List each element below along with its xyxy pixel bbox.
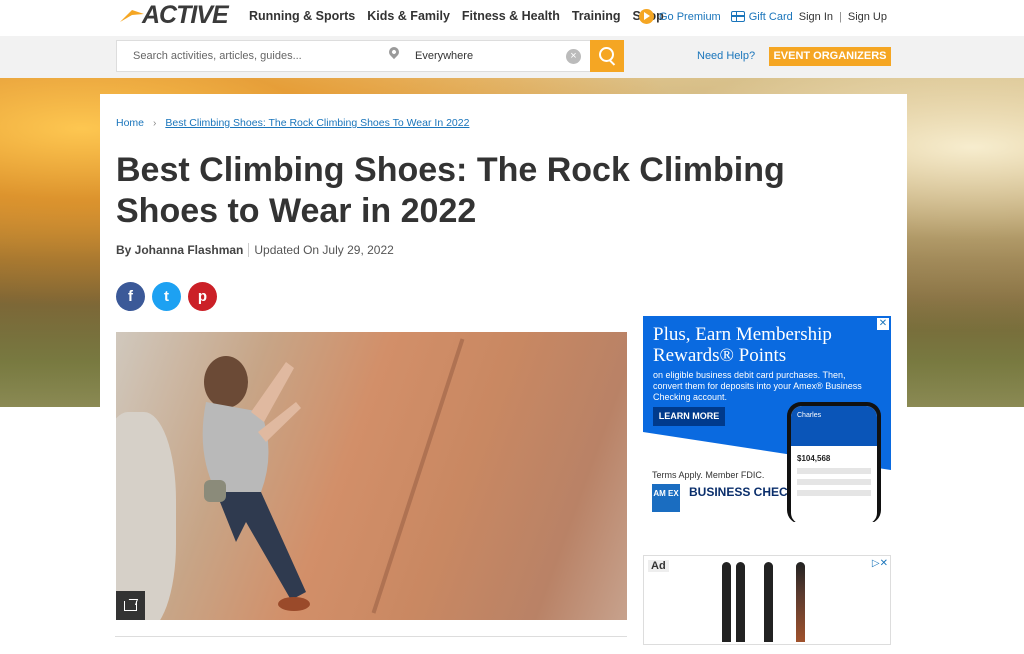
nav-separator: | bbox=[839, 10, 842, 23]
byline: By Johanna Flashman Updated On July 29, … bbox=[116, 243, 394, 257]
event-organizers-button[interactable]: EVENT ORGANIZERS bbox=[769, 47, 891, 66]
image-rock-crack bbox=[371, 338, 465, 614]
breadcrumb-home[interactable]: Home bbox=[116, 117, 144, 129]
pinterest-icon[interactable]: p bbox=[188, 282, 217, 311]
go-premium-link[interactable]: Go Premium bbox=[638, 9, 721, 24]
location-input[interactable]: Everywhere bbox=[415, 50, 473, 62]
phone-balance: $104,568 bbox=[797, 454, 831, 463]
breadcrumb: Home › Best Climbing Shoes: The Rock Cli… bbox=[116, 117, 469, 129]
active-logo[interactable]: ACTIVE bbox=[118, 0, 229, 29]
content-divider bbox=[115, 636, 627, 637]
breadcrumb-current[interactable]: Best Climbing Shoes: The Rock Climbing S… bbox=[165, 117, 469, 129]
phone-mockup: Charles $104,568 bbox=[787, 402, 881, 522]
article-title: Best Climbing Shoes: The Rock Climbing S… bbox=[116, 151, 785, 230]
phone-row bbox=[797, 479, 871, 485]
learn-more-button[interactable]: LEARN MORE bbox=[653, 407, 725, 426]
search-input[interactable]: Search activities, articles, guides... bbox=[133, 50, 302, 62]
premium-icon bbox=[638, 9, 654, 24]
twitter-icon[interactable]: t bbox=[152, 282, 181, 311]
ad-close-icon[interactable]: ✕ bbox=[877, 318, 889, 330]
ski-image bbox=[764, 562, 773, 642]
ski-image bbox=[736, 562, 745, 642]
ski-ad[interactable]: Ad ▷✕ bbox=[643, 555, 891, 645]
location-pin-icon bbox=[386, 44, 402, 60]
amex-ad[interactable]: ✕ Plus, Earn Membership Rewards® Points … bbox=[643, 316, 891, 522]
search-box: Search activities, articles, guides... E… bbox=[116, 40, 624, 72]
sign-up-link[interactable]: Sign Up bbox=[848, 11, 887, 23]
nav-fitness-health[interactable]: Fitness & Health bbox=[462, 9, 560, 23]
article-hero-image bbox=[116, 332, 627, 620]
gift-card-icon bbox=[730, 11, 745, 22]
phone-row bbox=[797, 490, 871, 496]
phone-row bbox=[797, 468, 871, 474]
byline-divider bbox=[248, 243, 250, 257]
gift-card-label: Gift Card bbox=[748, 10, 793, 23]
utility-nav: Go Premium Gift Card Sign In | Sign Up bbox=[638, 9, 887, 24]
nav-training[interactable]: Training bbox=[572, 9, 621, 23]
adchoices-icon[interactable]: ▷✕ bbox=[872, 558, 888, 569]
search-button[interactable] bbox=[590, 40, 624, 72]
ski-image bbox=[722, 562, 731, 642]
author-name[interactable]: By Johanna Flashman bbox=[116, 243, 243, 257]
ad-subtext: on eligible business debit card purchase… bbox=[653, 370, 862, 402]
phone-screen: Charles $104,568 bbox=[791, 406, 877, 522]
main-nav: Running & Sports Kids & Family Fitness &… bbox=[249, 9, 676, 23]
climber-figure bbox=[202, 356, 310, 611]
phone-header: Charles bbox=[791, 406, 877, 446]
facebook-icon[interactable]: f bbox=[116, 282, 145, 311]
updated-date: Updated On July 29, 2022 bbox=[254, 243, 394, 257]
amex-logo: AM EX bbox=[652, 484, 680, 512]
gift-card-link[interactable]: Gift Card bbox=[730, 10, 793, 23]
ski-image bbox=[796, 562, 805, 642]
ad-terms: Terms Apply. Member FDIC. bbox=[652, 470, 765, 480]
logo-swoosh-icon bbox=[120, 10, 144, 22]
clear-location-icon[interactable]: × bbox=[566, 49, 581, 64]
nav-kids-family[interactable]: Kids & Family bbox=[367, 9, 450, 23]
sign-in-link[interactable]: Sign In bbox=[799, 11, 833, 23]
logo-text: ACTIVE bbox=[142, 0, 229, 29]
chevron-right-icon: › bbox=[153, 117, 157, 129]
share-icon[interactable] bbox=[116, 591, 145, 620]
ad-label: Ad bbox=[648, 560, 669, 572]
need-help-link[interactable]: Need Help? bbox=[697, 50, 755, 62]
top-nav: ACTIVE Running & Sports Kids & Family Fi… bbox=[0, 0, 1024, 36]
go-premium-label: Go Premium bbox=[658, 10, 721, 23]
social-share: f t p bbox=[116, 282, 217, 311]
nav-running-sports[interactable]: Running & Sports bbox=[249, 9, 355, 23]
ad-headline: Plus, Earn Membership Rewards® Points bbox=[653, 324, 832, 366]
